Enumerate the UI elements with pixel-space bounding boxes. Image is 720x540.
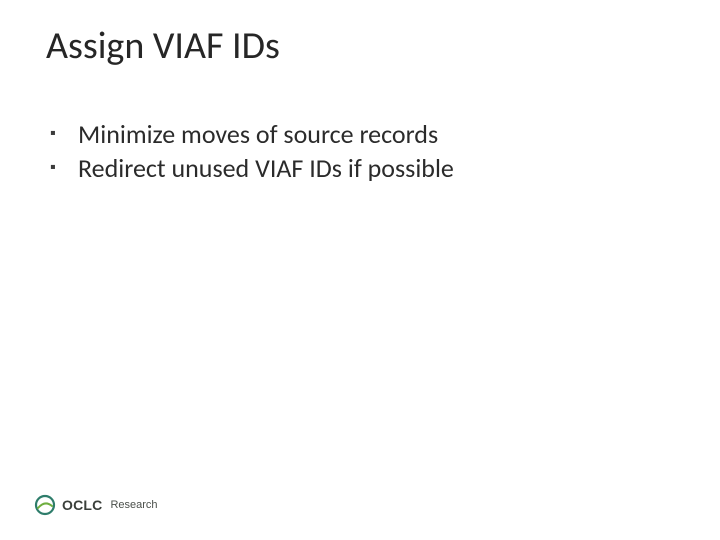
logo-text-sub: Research xyxy=(110,499,157,511)
bullet-icon: ▪ xyxy=(46,152,78,184)
bullet-text: Redirect unused VIAF IDs if possible xyxy=(78,152,454,184)
bullet-icon: ▪ xyxy=(46,118,78,150)
footer-logo: OCLC Research xyxy=(34,494,158,516)
slide-body: ▪ Minimize moves of source records ▪ Red… xyxy=(46,118,680,186)
logo-text-main: OCLC xyxy=(62,497,102,513)
list-item: ▪ Redirect unused VIAF IDs if possible xyxy=(46,152,680,184)
slide-title: Assign VIAF IDs xyxy=(46,26,280,68)
list-item: ▪ Minimize moves of source records xyxy=(46,118,680,150)
oclc-swirl-icon xyxy=(34,494,56,516)
bullet-text: Minimize moves of source records xyxy=(78,118,438,150)
slide: Assign VIAF IDs ▪ Minimize moves of sour… xyxy=(0,0,720,540)
